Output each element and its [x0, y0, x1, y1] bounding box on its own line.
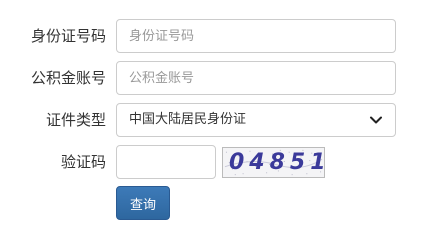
id-type-row: 证件类型 中国大陆居民身份证	[0, 103, 433, 137]
id-type-select[interactable]: 中国大陆居民身份证	[116, 103, 396, 137]
id-number-input[interactable]	[116, 19, 396, 53]
id-type-selected-value: 中国大陆居民身份证	[129, 112, 247, 127]
query-button[interactable]: 查询	[116, 186, 170, 220]
id-number-label: 身份证号码	[30, 27, 106, 45]
captcha-label: 验证码	[60, 153, 106, 171]
captcha-row: 验证码 04851	[0, 145, 433, 179]
id-type-label: 证件类型	[45, 111, 106, 129]
captcha-code-text: 04851	[229, 150, 325, 175]
chevron-down-icon	[370, 116, 382, 124]
captcha-image[interactable]: 04851	[222, 147, 325, 178]
fund-account-label: 公积金账号	[30, 69, 106, 87]
fund-account-row: 公积金账号	[0, 61, 433, 95]
fund-account-input[interactable]	[116, 61, 396, 95]
captcha-input[interactable]	[116, 145, 216, 179]
query-form: 身份证号码 公积金账号 证件类型 中国大陆居民身份证 验证码	[0, 0, 433, 233]
id-number-row: 身份证号码	[0, 19, 433, 53]
